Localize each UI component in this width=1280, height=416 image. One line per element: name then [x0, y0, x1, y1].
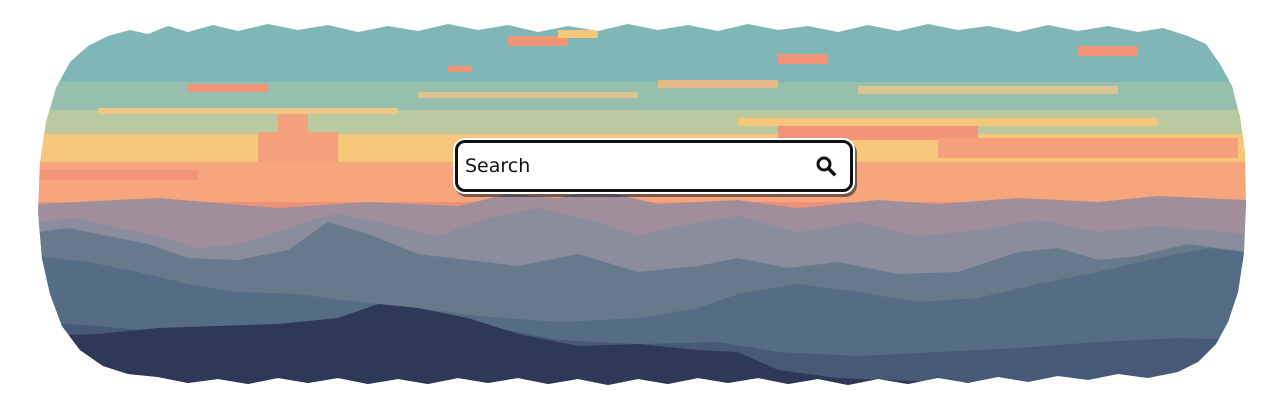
search-button[interactable] [812, 152, 840, 180]
search-bar [455, 140, 853, 192]
pixel-landscape-banner [38, 22, 1246, 388]
search-input[interactable] [465, 151, 812, 181]
sunset-mountains-illustration [38, 24, 1246, 385]
magnifier-icon [816, 156, 837, 177]
